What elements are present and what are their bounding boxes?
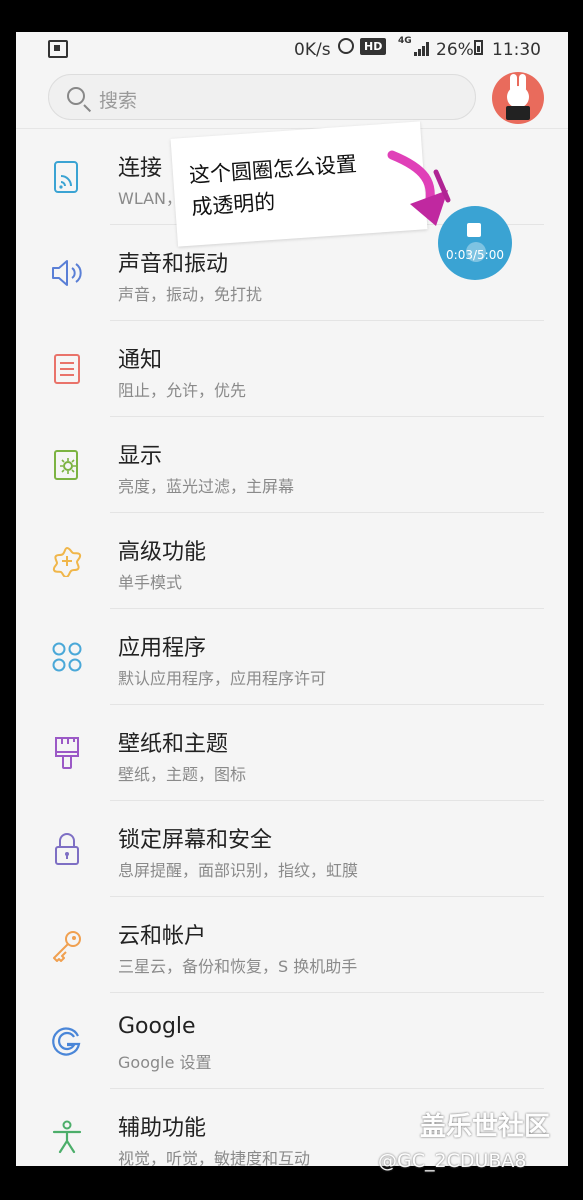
arrow-annotation-icon (387, 150, 451, 226)
settings-item-google[interactable]: Google Google 设置 (16, 993, 568, 1089)
notifications-icon (50, 352, 84, 386)
settings-item-title: 应用程序 (118, 636, 207, 661)
settings-item-notifications[interactable]: 通知 阻止，允许，优先 (16, 321, 568, 417)
settings-item-advanced[interactable]: 高级功能 单手模式 (16, 513, 568, 609)
settings-item-subtitle: Google 设置 (118, 1053, 212, 1072)
settings-item-apps[interactable]: 应用程序 默认应用程序，应用程序许可 (16, 609, 568, 705)
settings-item-lockscreen[interactable]: 锁定屏幕和安全 息屏提醒，面部识别，指纹，虹膜 (16, 801, 568, 897)
screen-recorder-button[interactable]: 0:03/5:00 (438, 206, 512, 280)
accessibility-icon (50, 1120, 84, 1154)
watermark-user: @GC_2CDUBA8 (378, 1150, 527, 1172)
settings-item-subtitle: 视觉，听觉，敏捷度和互动 (118, 1149, 311, 1166)
display-icon (50, 448, 84, 482)
settings-item-title: 壁纸和主题 (118, 732, 229, 757)
settings-item-title: 锁定屏幕和安全 (118, 828, 273, 853)
settings-item-subtitle: 息屏提醒，面部识别，指纹，虹膜 (118, 861, 359, 880)
settings-item-title: 云和帐户 (118, 924, 207, 949)
settings-item-subtitle: 阻止，允许，优先 (118, 381, 247, 400)
settings-item-title: 通知 (118, 348, 163, 373)
settings-item-title: 显示 (118, 444, 163, 469)
settings-item-subtitle: 默认应用程序，应用程序许可 (118, 669, 327, 688)
lock-icon (50, 832, 84, 866)
settings-item-subtitle: 壁纸，主题，图标 (118, 765, 247, 784)
key-icon (50, 928, 84, 962)
wallpaper-icon (50, 736, 84, 770)
recording-timer: 0:03/5:00 (446, 248, 504, 262)
settings-item-title: Google (118, 1014, 196, 1039)
settings-item-display[interactable]: 显示 亮度，蓝光过滤，主屏幕 (16, 417, 568, 513)
settings-screen: 0K/s HD 4G 26% 11:30 搜索 连接 WLAN，蓝牙，飞行模式 (16, 32, 568, 1166)
settings-item-subtitle: 单手模式 (118, 573, 183, 592)
settings-item-cloud-accounts[interactable]: 云和帐户 三星云，备份和恢复，S 换机助手 (16, 897, 568, 993)
settings-item-subtitle: 亮度，蓝光过滤，主屏幕 (118, 477, 295, 496)
stop-icon (467, 223, 481, 237)
watermark-site: 盖乐世社区 (420, 1112, 551, 1142)
google-icon (50, 1024, 84, 1058)
settings-item-wallpaper[interactable]: 壁纸和主题 壁纸，主题，图标 (16, 705, 568, 801)
advanced-features-icon (50, 544, 84, 578)
settings-item-title: 辅助功能 (118, 1116, 207, 1141)
settings-item-subtitle: 三星云，备份和恢复，S 换机助手 (118, 957, 358, 976)
apps-icon (50, 640, 84, 674)
settings-item-title: 高级功能 (118, 540, 207, 565)
